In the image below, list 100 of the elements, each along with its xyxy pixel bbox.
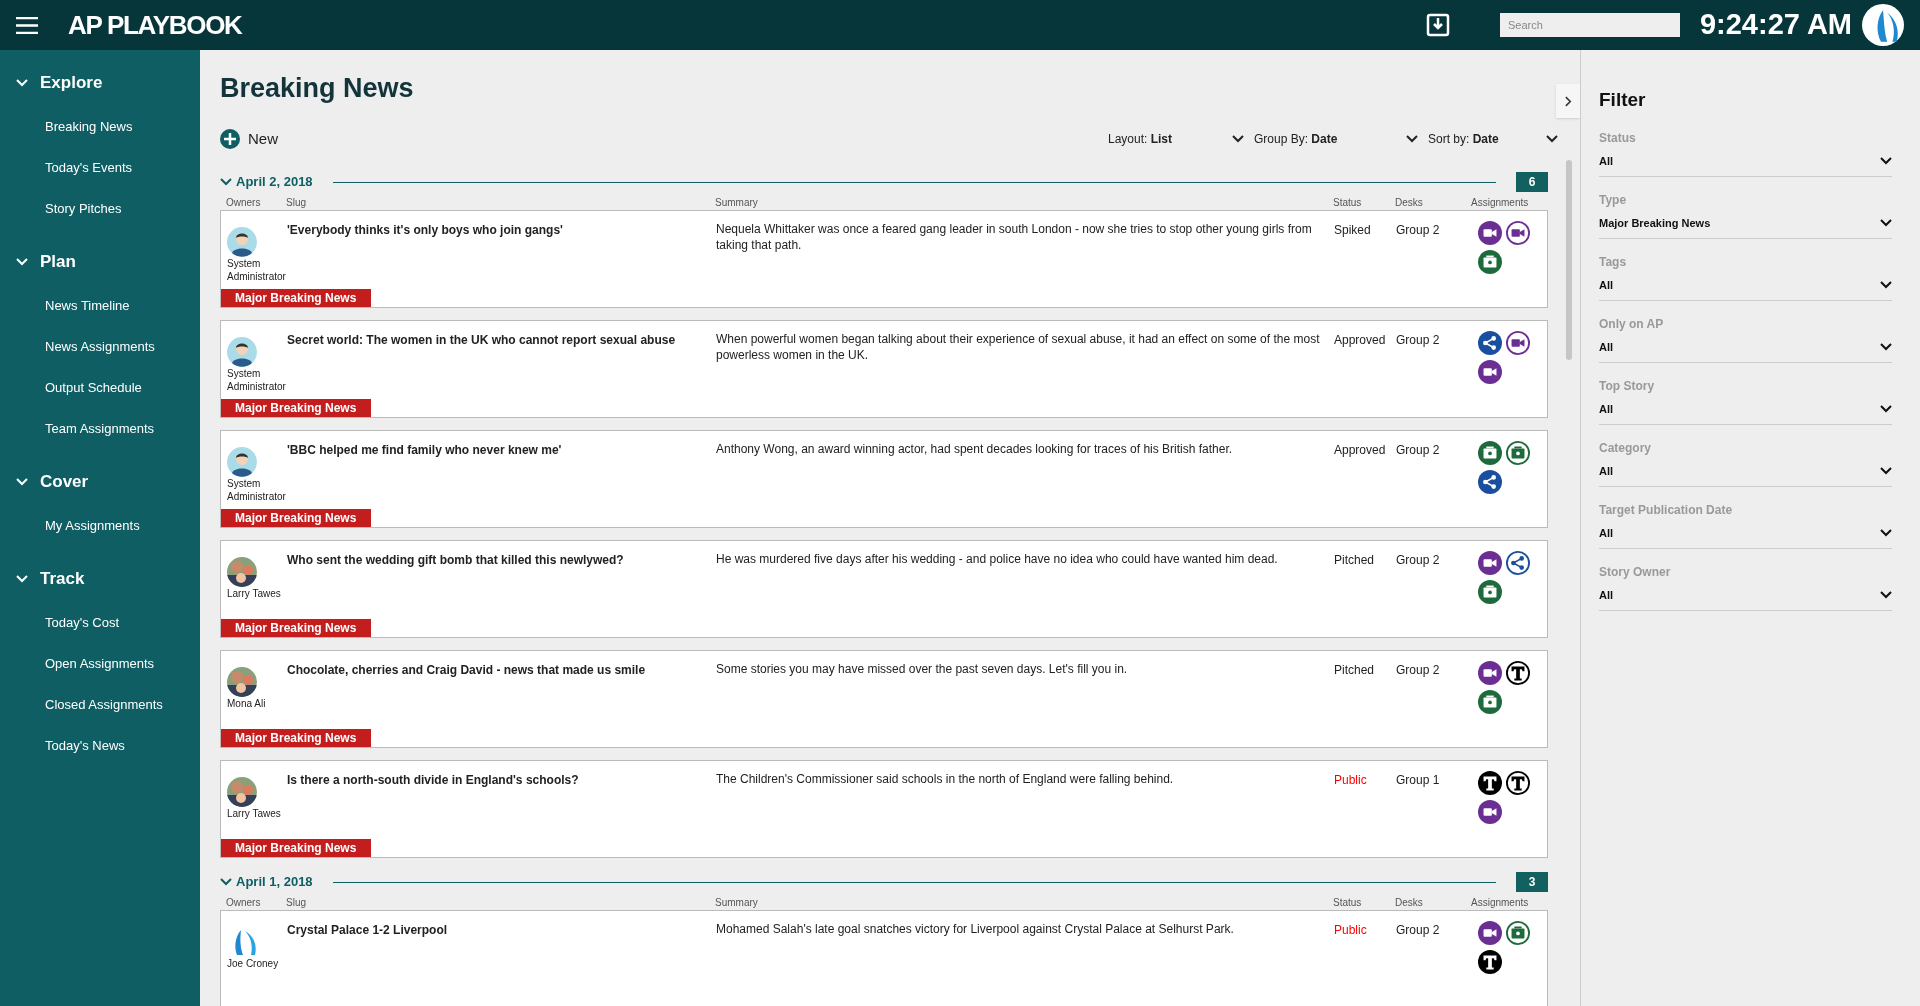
nav-link[interactable]: Today's Events	[0, 147, 200, 188]
story-slug[interactable]: 'BBC helped me find family who never knew me'	[287, 441, 716, 509]
nav-link[interactable]: Team Assignments	[0, 408, 200, 449]
camera-icon[interactable]	[1506, 921, 1530, 945]
video-camera-icon[interactable]	[1506, 331, 1530, 355]
scrollbar-thumb[interactable]	[1566, 160, 1572, 360]
column-header: Summary	[715, 196, 759, 210]
story-slug[interactable]: 'Everybody thinks it's only boys who join gangs'	[287, 221, 716, 289]
search-field[interactable]: Search	[1499, 13, 1680, 37]
letter-t-icon[interactable]	[1506, 661, 1530, 685]
video-camera-icon[interactable]	[1478, 661, 1502, 685]
video-camera-icon[interactable]	[1478, 921, 1502, 945]
story-slug[interactable]: Crystal Palace 1-2 Liverpool	[287, 921, 716, 1006]
user-avatar[interactable]	[1862, 4, 1904, 46]
clock-text: 9:24:27 AM	[1699, 7, 1852, 43]
letter-t-icon[interactable]	[1478, 771, 1502, 795]
chevron-down-icon	[1880, 591, 1892, 599]
section-header[interactable]: Explore	[0, 66, 200, 100]
dropdown[interactable]: Major Breaking News	[1599, 208, 1892, 239]
share-icon[interactable]	[1506, 551, 1530, 575]
story-summary: He was murdered five days after his wedding - and police have no idea who could have wanted him dead.	[716, 551, 1279, 568]
nav-link[interactable]: Story Pitches	[0, 188, 200, 229]
nav-link[interactable]: Today's Cost	[0, 602, 200, 643]
story-summary: The Children's Commissioner said schools in the north of England were falling behind.	[716, 771, 1175, 788]
group-toggle[interactable]: April 1, 2018	[220, 872, 313, 892]
nav-link[interactable]: My Assignments	[0, 505, 200, 546]
plus-icon	[220, 129, 240, 149]
dropdown[interactable]: Sort by: Date	[1428, 130, 1558, 148]
letter-t-icon[interactable]	[1478, 950, 1502, 974]
nav-link[interactable]: News Assignments	[0, 326, 200, 367]
column-header: Assignments	[1471, 896, 1530, 910]
field-label: Tags	[1599, 253, 1628, 271]
dropdown[interactable]: All	[1599, 332, 1892, 363]
column-header: Summary	[715, 896, 759, 910]
dropdown[interactable]: All	[1599, 146, 1892, 177]
video-camera-icon[interactable]	[1478, 360, 1502, 384]
section-header[interactable]: Plan	[0, 245, 200, 279]
desk-text: Group 2	[1396, 922, 1441, 939]
chevron-icon	[16, 478, 28, 486]
count-badge: 3	[1516, 872, 1548, 892]
field-label: Category	[1599, 439, 1652, 457]
chevron-down-icon	[1880, 281, 1892, 289]
section-header[interactable]: Track	[0, 562, 200, 596]
owner-name: Joe Croney	[227, 957, 280, 970]
desk-text: Group 2	[1396, 332, 1441, 349]
camera-icon[interactable]	[1478, 690, 1502, 714]
category-tag: Major Breaking News	[221, 839, 371, 857]
story-card[interactable]	[220, 540, 1548, 638]
story-slug[interactable]: Chocolate, cherries and Craig David - news that made us smile	[287, 661, 716, 729]
dropdown[interactable]: All	[1599, 394, 1892, 425]
video-camera-icon[interactable]	[1478, 551, 1502, 575]
menu-icon[interactable]	[16, 16, 38, 34]
dropdown[interactable]: Layout: List	[1108, 130, 1244, 148]
camera-icon[interactable]	[1478, 441, 1502, 465]
story-card[interactable]	[220, 210, 1548, 308]
dropdown[interactable]: All	[1599, 518, 1892, 549]
category-tag: Major Breaking News	[221, 619, 371, 637]
camera-icon[interactable]	[1478, 250, 1502, 274]
count-badge: 6	[1516, 172, 1548, 192]
share-icon[interactable]	[1478, 331, 1502, 355]
story-slug[interactable]: Is there a north-south divide in England's schools?	[287, 771, 716, 839]
share-icon[interactable]	[1478, 470, 1502, 494]
story-card[interactable]	[220, 320, 1548, 418]
category-tag: Major Breaking News	[221, 509, 371, 527]
group-toggle[interactable]: April 2, 2018	[220, 172, 313, 192]
nav-link[interactable]: News Timeline	[0, 285, 200, 326]
story-card[interactable]: Joe Croney Crystal Palace 1-2 Liverpool Mohamed Salah's late goal snatches victory for Liverpool against Crystal Palace at Selhurst Park. Public Group 2	[220, 910, 1548, 1006]
new-button[interactable]: New	[220, 127, 278, 151]
download-icon[interactable]	[1425, 13, 1450, 37]
video-camera-icon[interactable]	[1478, 221, 1502, 245]
camera-icon[interactable]	[1506, 441, 1530, 465]
nav-link[interactable]: Breaking News	[0, 106, 200, 147]
nav-link[interactable]: Open Assignments	[0, 643, 200, 684]
dropdown[interactable]: All	[1599, 270, 1892, 301]
chevron-icon	[220, 178, 232, 186]
desk-text: Group 2	[1396, 222, 1441, 239]
story-slug[interactable]: Secret world: The women in the UK who cannot report sexual abuse	[287, 331, 716, 399]
desk-text: Group 2	[1396, 552, 1441, 569]
letter-t-icon[interactable]	[1506, 771, 1530, 795]
story-card[interactable]: Mona Ali Chocolate, cherries and Craig David - news that made us smile Some stories you may have missed over the past seven days. Let's fill you in. Pitched Group 2 Major Breaking News	[220, 650, 1548, 748]
dropdown[interactable]: Group By: Date	[1254, 130, 1418, 148]
nav-link[interactable]: Output Schedule	[0, 367, 200, 408]
category-tag: Major Breaking News	[221, 399, 371, 417]
story-slug[interactable]: Who sent the wedding gift bomb that killed this newlywed?	[287, 551, 716, 619]
chevron-down-icon	[1880, 157, 1892, 165]
column-header: Slug	[286, 896, 307, 910]
camera-icon[interactable]	[1478, 580, 1502, 604]
video-camera-icon[interactable]	[1506, 221, 1530, 245]
nav-link[interactable]: Today's News	[0, 725, 200, 766]
dropdown[interactable]: All	[1599, 456, 1892, 487]
dropdown[interactable]: All	[1599, 580, 1892, 611]
desk-text: Group 2	[1396, 442, 1441, 459]
desk-text: Group 2	[1396, 662, 1441, 679]
video-camera-icon[interactable]	[1478, 800, 1502, 824]
nav-link[interactable]: Closed Assignments	[0, 684, 200, 725]
owner-name: System Administrator	[227, 257, 287, 283]
story-card[interactable]	[220, 430, 1548, 528]
section-header[interactable]: Cover	[0, 465, 200, 499]
story-card[interactable]: Larry Tawes Is there a north-south divide in England's schools? The Children's Commissioner said schools in the north of England were falling behind. Public Group 1 Major Breaking News	[220, 760, 1548, 858]
category-tag: Major Breaking News	[221, 729, 371, 747]
